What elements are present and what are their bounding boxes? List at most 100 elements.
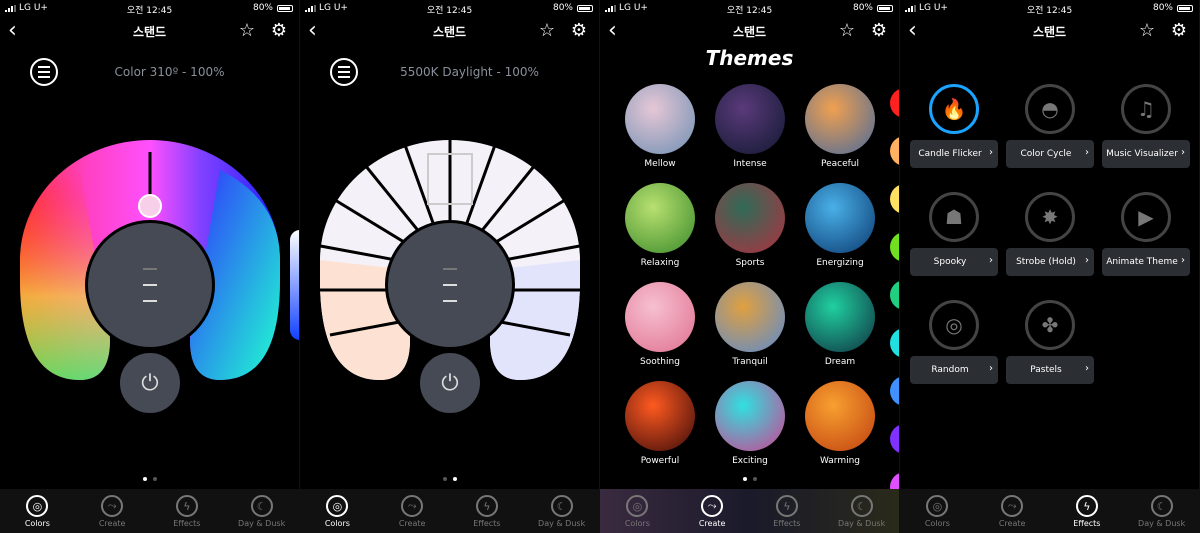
battery-icon xyxy=(1177,4,1193,12)
color-swatch[interactable] xyxy=(890,280,899,310)
effects-icon: ϟ xyxy=(175,495,198,517)
effect-button[interactable]: Strobe (Hold) › xyxy=(1006,248,1094,276)
effect-icon[interactable]: ✤ xyxy=(1025,300,1075,350)
settings-gear-icon[interactable]: ⚙ xyxy=(1171,20,1187,41)
effect-button[interactable]: Color Cycle › xyxy=(1006,140,1094,168)
effect-button[interactable]: Candle Flicker › xyxy=(910,140,998,168)
tab-create[interactable]: ⤳ Create xyxy=(375,489,450,533)
colors-icon: ◎ xyxy=(926,495,949,517)
effect-button[interactable]: Animate Theme › xyxy=(1102,248,1190,276)
effect-icon[interactable]: ◎ xyxy=(929,300,979,350)
favorite-star-icon[interactable]: ☆ xyxy=(839,20,855,41)
effects-icon: ϟ xyxy=(475,495,498,517)
effects-icon: ϟ xyxy=(775,495,798,517)
theme-item[interactable]: Powerful xyxy=(625,381,695,466)
theme-label: Peaceful xyxy=(820,159,860,169)
colors-icon: ◎ xyxy=(326,495,349,517)
color-picker-handle[interactable] xyxy=(138,194,162,218)
effect-item[interactable]: ☗ Spooky › xyxy=(910,192,998,276)
color-swatch[interactable] xyxy=(890,424,899,454)
favorite-star-icon[interactable]: ☆ xyxy=(239,20,255,41)
tab-colors[interactable]: ◎ Colors xyxy=(600,489,675,533)
chevron-right-icon: › xyxy=(989,255,993,266)
tab-create[interactable]: ⤳ Create xyxy=(75,489,150,533)
effect-icon[interactable]: ☗ xyxy=(929,192,979,242)
theme-item[interactable]: Mellow xyxy=(625,84,695,169)
effect-item[interactable]: 🔥 Candle Flicker › xyxy=(910,84,998,168)
theme-item[interactable]: Relaxing xyxy=(625,183,695,268)
color-swatch[interactable] xyxy=(890,328,899,358)
effect-label: Music Visualizer xyxy=(1106,149,1178,159)
tab-effects[interactable]: ϟ Effects xyxy=(1050,489,1125,533)
settings-gear-icon[interactable]: ⚙ xyxy=(271,20,287,41)
color-swatch[interactable] xyxy=(890,232,899,262)
brightness-knob[interactable] xyxy=(85,220,215,350)
tab-colors[interactable]: ◎ Colors xyxy=(900,489,975,533)
effect-item[interactable]: ✸ Strobe (Hold) › xyxy=(1006,192,1094,276)
settings-gear-icon[interactable]: ⚙ xyxy=(571,20,587,41)
effect-icon[interactable]: ▶ xyxy=(1121,192,1171,242)
tab-effects[interactable]: ϟ Effects xyxy=(450,489,525,533)
effect-item[interactable]: ♫ Music Visualizer › xyxy=(1102,84,1190,168)
favorite-star-icon[interactable]: ☆ xyxy=(539,20,555,41)
theme-item[interactable]: Warming xyxy=(805,381,875,466)
theme-item[interactable]: Sports xyxy=(715,183,785,268)
power-icon: ⏻ xyxy=(141,370,159,396)
theme-item[interactable]: Tranquil xyxy=(715,282,785,367)
favorite-star-icon[interactable]: ☆ xyxy=(1139,20,1155,41)
effect-icon[interactable]: 🔥 xyxy=(929,84,979,134)
theme-item[interactable]: Dream xyxy=(805,282,875,367)
screen-themes: LG U+ 오전 12:45 80% ‹ 스탠드 ☆ ⚙ Themes Mell… xyxy=(600,0,900,533)
effect-icon[interactable]: ✸ xyxy=(1025,192,1075,242)
effect-label: Strobe (Hold) xyxy=(1016,257,1076,267)
effect-item[interactable]: ◓ Color Cycle › xyxy=(1006,84,1094,168)
effect-icon[interactable]: ♫ xyxy=(1121,84,1171,134)
tab-label: Colors xyxy=(324,519,350,528)
status-bar: LG U+ 오전 12:45 80% xyxy=(300,0,599,16)
effect-button[interactable]: Music Visualizer › xyxy=(1102,140,1190,168)
tab-effects[interactable]: ϟ Effects xyxy=(750,489,825,533)
tab-create[interactable]: ⤳ Create xyxy=(975,489,1050,533)
tab-day-dusk[interactable]: ☾ Day & Dusk xyxy=(824,489,899,533)
chevron-right-icon: › xyxy=(1085,255,1089,266)
color-swatch[interactable] xyxy=(890,88,899,118)
brightness-knob[interactable] xyxy=(385,220,515,350)
tab-day-dusk[interactable]: ☾ Day & Dusk xyxy=(224,489,299,533)
menu-button[interactable] xyxy=(330,58,358,86)
effect-item[interactable]: ▶ Animate Theme › xyxy=(1102,192,1190,276)
battery-icon xyxy=(877,4,893,12)
chevron-right-icon: › xyxy=(989,147,993,158)
color-swatch[interactable] xyxy=(890,376,899,406)
color-value-label: 5500K Daylight - 100% xyxy=(400,65,539,79)
effect-button[interactable]: Random › xyxy=(910,356,998,384)
tab-day-dusk[interactable]: ☾ Day & Dusk xyxy=(1124,489,1199,533)
tab-effects[interactable]: ϟ Effects xyxy=(150,489,225,533)
effect-icon[interactable]: ◓ xyxy=(1025,84,1075,134)
theme-item[interactable]: Peaceful xyxy=(805,84,875,169)
theme-thumbnail xyxy=(805,183,875,253)
color-swatch[interactable] xyxy=(890,184,899,214)
power-button[interactable]: ⏻ xyxy=(417,350,483,416)
theme-label: Energizing xyxy=(816,258,864,268)
effect-button[interactable]: Pastels › xyxy=(1006,356,1094,384)
effect-item[interactable]: ✤ Pastels › xyxy=(1006,300,1094,384)
tab-label: Colors xyxy=(924,519,950,528)
power-button[interactable]: ⏻ xyxy=(117,350,183,416)
next-panel-peek xyxy=(290,230,299,340)
tab-day-dusk[interactable]: ☾ Day & Dusk xyxy=(524,489,599,533)
theme-item[interactable]: Intense xyxy=(715,84,785,169)
effect-label: Spooky xyxy=(933,257,967,267)
menu-button[interactable] xyxy=(30,58,58,86)
color-swatch[interactable] xyxy=(890,136,899,166)
tab-colors[interactable]: ◎ Colors xyxy=(0,489,75,533)
effect-button[interactable]: Spooky › xyxy=(910,248,998,276)
theme-item[interactable]: Soothing xyxy=(625,282,695,367)
status-bar: LG U+ 오전 12:45 80% xyxy=(600,0,899,16)
theme-item[interactable]: Exciting xyxy=(715,381,785,466)
settings-gear-icon[interactable]: ⚙ xyxy=(871,20,887,41)
theme-item[interactable]: Energizing xyxy=(805,183,875,268)
chevron-right-icon: › xyxy=(1085,147,1089,158)
tab-create[interactable]: ⤳ Create xyxy=(675,489,750,533)
tab-colors[interactable]: ◎ Colors xyxy=(300,489,375,533)
effect-item[interactable]: ◎ Random › xyxy=(910,300,998,384)
